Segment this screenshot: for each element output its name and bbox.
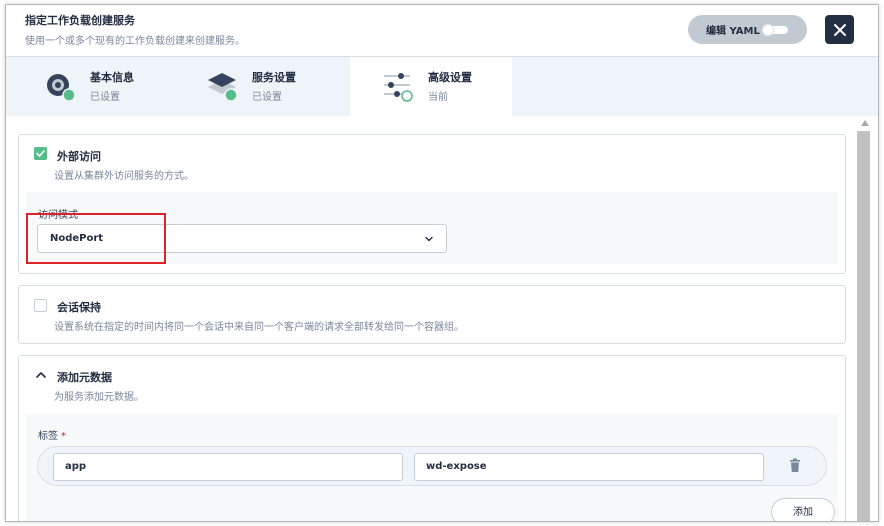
- dialog-subtitle: 使用一个或多个现有的工作负载创建来创建服务。: [25, 36, 245, 47]
- tab-service-settings-label: 服务设置: [252, 71, 296, 84]
- session-affinity-description: 设置系统在指定的时间内将同一个会话中来自同一个客户端的请求全部转发给同一个容器组…: [54, 322, 464, 333]
- add-label-button[interactable]: 添加: [771, 498, 835, 521]
- required-mark: *: [61, 431, 66, 442]
- service-settings-icon: [208, 73, 238, 102]
- tab-basic-info-status: 已设置: [90, 92, 120, 103]
- dialog-title: 指定工作负载创建服务: [25, 14, 135, 27]
- tab-advanced-settings-status: 当前: [428, 92, 448, 103]
- label-row: app wd-expose: [37, 446, 827, 486]
- metadata-card: 添加元数据 为服务添加元数据。 标签 * app wd-expose 添加: [18, 355, 846, 521]
- access-mode-value: NodePort: [50, 233, 104, 244]
- step-tabs: 基本信息 已设置 服务设置 已设置 高级设置 当前: [6, 57, 878, 116]
- external-access-card: 外部访问 设置从集群外访问服务的方式。 访问模式 NodePort: [18, 134, 846, 274]
- session-affinity-card: 会话保持 设置系统在指定的时间内将同一个会话中来自同一个客户端的请求全部转发给同…: [18, 285, 846, 344]
- edit-yaml-label: 编辑 YAML: [706, 26, 760, 37]
- chevron-up-icon[interactable]: [35, 370, 47, 380]
- close-button[interactable]: [825, 15, 854, 44]
- dialog-header: 指定工作负载创建服务 使用一个或多个现有的工作负载创建来创建服务。 编辑 YAM…: [6, 5, 878, 57]
- access-mode-panel: 访问模式 NodePort: [26, 192, 838, 264]
- labels-panel: 标签 * app wd-expose 添加: [26, 414, 838, 521]
- session-affinity-title: 会话保持: [57, 301, 101, 314]
- access-mode-select[interactable]: NodePort: [37, 224, 447, 253]
- label-value-input[interactable]: wd-expose: [414, 453, 764, 481]
- tab-advanced-settings[interactable]: 高级设置 当前: [350, 57, 512, 116]
- basic-info-icon: [47, 74, 76, 102]
- external-access-checkbox[interactable]: [34, 147, 47, 160]
- toggle-switch: [762, 24, 788, 36]
- check-icon: [36, 150, 45, 157]
- create-service-dialog: 指定工作负载创建服务 使用一个或多个现有的工作负载创建来创建服务。 编辑 YAM…: [5, 4, 879, 522]
- trash-icon[interactable]: [788, 458, 802, 473]
- label-key-input[interactable]: app: [53, 453, 403, 481]
- edit-yaml-toggle[interactable]: 编辑 YAML: [688, 15, 807, 44]
- advanced-settings-panel: 外部访问 设置从集群外访问服务的方式。 访问模式 NodePort 会话保持 设…: [6, 116, 856, 521]
- external-access-title: 外部访问: [57, 150, 101, 163]
- session-affinity-checkbox[interactable]: [34, 299, 47, 312]
- tab-basic-info[interactable]: 基本信息 已设置: [12, 57, 174, 116]
- label-value-value: wd-expose: [426, 461, 487, 472]
- close-icon: [833, 23, 846, 36]
- labels-title: 标签 *: [38, 431, 66, 442]
- scroll-up-arrow-icon[interactable]: [861, 120, 869, 126]
- scrollbar-thumb[interactable]: [857, 131, 870, 521]
- metadata-title: 添加元数据: [57, 371, 112, 384]
- scrollbar[interactable]: [856, 116, 878, 521]
- label-key-value: app: [65, 461, 87, 472]
- chevron-down-icon: [425, 236, 433, 242]
- tab-service-settings[interactable]: 服务设置 已设置: [174, 57, 336, 116]
- access-mode-label: 访问模式: [38, 210, 78, 221]
- advanced-settings-icon: [384, 73, 413, 102]
- tab-service-settings-status: 已设置: [252, 92, 282, 103]
- tab-advanced-settings-label: 高级设置: [428, 71, 472, 84]
- tab-basic-info-label: 基本信息: [90, 71, 134, 84]
- metadata-description: 为服务添加元数据。: [54, 392, 144, 403]
- external-access-description: 设置从集群外访问服务的方式。: [54, 171, 194, 182]
